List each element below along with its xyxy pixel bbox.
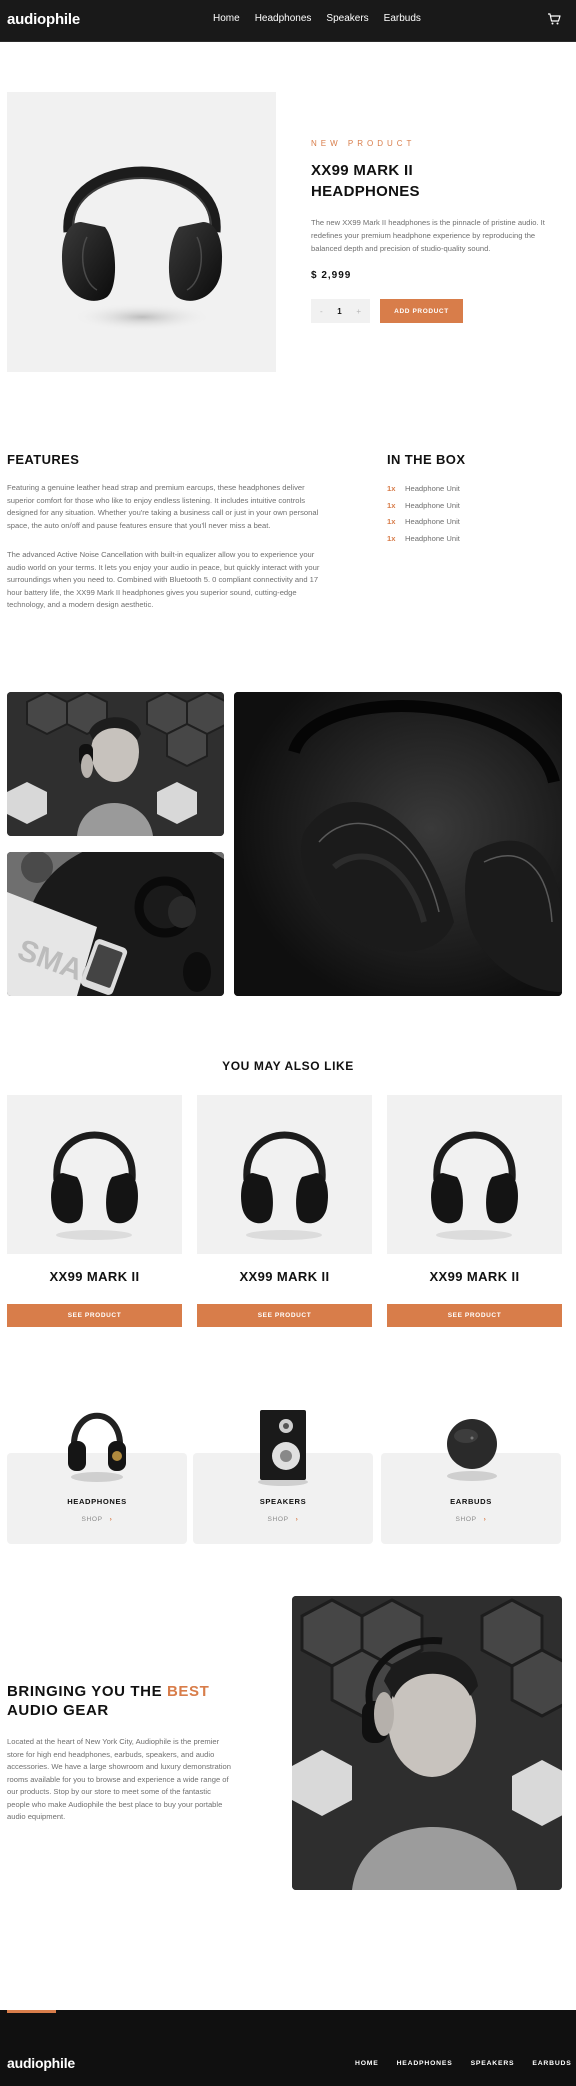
quantity-value: 1 [337, 306, 342, 316]
earbuds-thumbnail [447, 1419, 497, 1481]
category-name: EARBUDS [450, 1497, 492, 1506]
shop-label: SHOP [455, 1516, 477, 1523]
chevron-right-icon: › [109, 1516, 113, 1523]
item-qty: 1x [387, 500, 396, 510]
about-heading: BRINGING YOU THE BEST AUDIO GEAR [7, 1682, 247, 1720]
headphones-image [241, 1131, 328, 1240]
footer-nav-home[interactable]: HOME [355, 2060, 379, 2067]
footer-logo[interactable]: audiophile [7, 2055, 75, 2071]
shop-label: SHOP [267, 1516, 289, 1523]
add-product-button[interactable]: ADD PRODUCT [380, 299, 463, 323]
shop-link[interactable]: SHOP › [381, 1516, 561, 1523]
product-image [7, 92, 276, 372]
item-qty: 1x [387, 533, 396, 543]
chevron-right-icon: › [483, 1516, 487, 1523]
product-title: XX99 MARK II HEADPHONES [311, 162, 420, 200]
footer-nav-headphones[interactable]: HEADPHONES [397, 2060, 453, 2067]
features-paragraph-1: Featuring a genuine leather head strap a… [7, 483, 319, 530]
footer-nav-earbuds[interactable]: EARBUDS [532, 2060, 571, 2067]
quantity-stepper: - 1 + [311, 299, 370, 323]
product-card-image[interactable] [7, 1095, 182, 1254]
item-name: Headphone Unit [405, 500, 460, 510]
item-name: Headphone Unit [405, 533, 460, 543]
footer-nav-speakers[interactable]: SPEAKERS [471, 2060, 515, 2067]
headphones-image [431, 1131, 518, 1240]
gallery-image-headphones-closeup [234, 692, 562, 996]
see-product-button[interactable]: SEE PRODUCT [387, 1304, 562, 1327]
shop-label: SHOP [81, 1516, 103, 1523]
speaker-thumbnail [258, 1410, 308, 1486]
about-heading-text-2: AUDIO GEAR [7, 1702, 109, 1719]
nav-headphones[interactable]: Headphones [255, 13, 312, 24]
shop-link[interactable]: SHOP › [193, 1516, 373, 1523]
category-name: SPEAKERS [259, 1497, 307, 1506]
features-heading: FEATURES [7, 452, 80, 467]
shop-link[interactable]: SHOP › [7, 1516, 187, 1523]
site-header: audiophile Home Headphones Speakers Earb… [0, 0, 576, 42]
about-heading-text: BRINGING YOU THE [7, 1683, 167, 1700]
gallery-image-man-listening [7, 692, 224, 836]
nav-home[interactable]: Home [213, 13, 240, 24]
about-body: Located at the heart of New York City, A… [7, 1737, 231, 1821]
product-card-name: XX99 MARK II [49, 1269, 140, 1284]
about-image-man-listening [292, 1596, 562, 1890]
product-card-name: XX99 MARK II [239, 1269, 330, 1284]
list-item: 1x Headphone Unit [387, 501, 460, 518]
cart-icon[interactable] [547, 12, 561, 26]
item-name: Headphone Unit [405, 484, 460, 493]
in-the-box-list: 1x Headphone Unit 1x Headphone Unit 1x Head… [387, 484, 460, 550]
increment-button[interactable]: + [356, 307, 361, 316]
category-name: HEADPHONES [67, 1497, 127, 1506]
product-description: The new XX99 Mark II headphones is the p… [311, 218, 545, 253]
site-footer: audiophile HOME HEADPHONES SPEAKERS EARB… [0, 2010, 576, 2086]
item-qty: 1x [387, 517, 396, 526]
header-divider [0, 41, 576, 42]
headphones-image [51, 1131, 138, 1240]
product-price: $ 2,999 [311, 270, 352, 281]
product-page: audiophile Home Headphones Speakers Earb… [0, 0, 576, 2086]
also-like-heading: YOU MAY ALSO LIKE [222, 1059, 354, 1073]
footer-nav: HOME HEADPHONES SPEAKERS EARBUDS [355, 2060, 572, 2067]
about-heading-accent: BEST [166, 1683, 210, 1700]
gallery-image-table-flatlay: SMAG [7, 852, 224, 996]
see-product-button[interactable]: SEE PRODUCT [197, 1304, 372, 1327]
main-nav: Home Headphones Speakers Earbuds [213, 13, 421, 24]
headphones-thumbnail [68, 1412, 126, 1482]
features-paragraph-2: The advanced Active Noise Cancellation w… [7, 550, 320, 609]
item-qty: 1x [387, 484, 396, 493]
list-item: 1x Headphone Unit [387, 517, 460, 534]
footer-accent-bar [7, 2010, 56, 2013]
see-product-button[interactable]: SEE PRODUCT [7, 1304, 182, 1327]
list-item: 1x Headphone Unit [387, 484, 460, 501]
list-item: 1x Headphone Unit [387, 534, 460, 551]
headphones-image [61, 166, 223, 331]
chevron-right-icon: › [295, 1516, 299, 1523]
product-card-name: XX99 MARK II [429, 1269, 520, 1284]
logo[interactable]: audiophile [7, 11, 80, 28]
product-card-image[interactable] [197, 1095, 372, 1254]
item-name: Headphone Unit [405, 517, 460, 526]
nav-earbuds[interactable]: Earbuds [384, 13, 421, 24]
decrement-button[interactable]: - [320, 307, 323, 316]
new-product-label: NEW PRODUCT [311, 139, 416, 148]
in-the-box-heading: IN THE BOX [387, 452, 466, 467]
product-card-image[interactable] [387, 1095, 562, 1254]
nav-speakers[interactable]: Speakers [326, 13, 368, 24]
